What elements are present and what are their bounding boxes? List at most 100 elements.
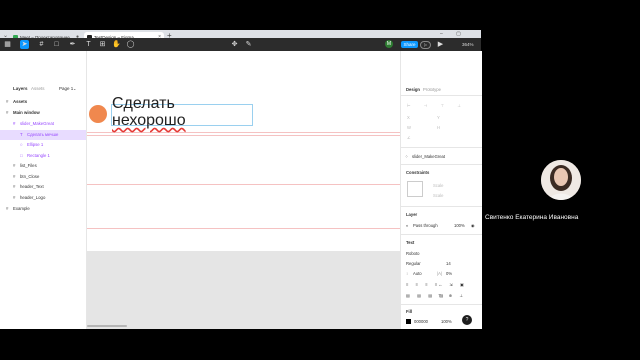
- participant-photo: [541, 160, 581, 200]
- shape-tool-icon[interactable]: □: [52, 40, 61, 49]
- layer-row[interactable]: T Сделать мечше: [0, 130, 86, 140]
- layer-label: Rectangle 1: [27, 153, 50, 158]
- fill-title: Fill: [406, 309, 413, 314]
- frame-guide-line: [87, 184, 400, 185]
- layer-row[interactable]: # Assets: [0, 97, 86, 107]
- constraint-horizontal[interactable]: Scale: [433, 183, 443, 188]
- blend-icon: ◐: [406, 223, 409, 228]
- text-align-controls[interactable]: ≡ ≡ ≡ ≡: [406, 282, 440, 287]
- divider: [401, 206, 482, 207]
- frame-icon: #: [13, 195, 16, 200]
- frame-guide-line: [87, 228, 400, 229]
- layer-label: Assets: [13, 99, 28, 104]
- help-icon[interactable]: ?: [462, 315, 472, 325]
- frame-icon: #: [13, 184, 16, 189]
- layers-panel: Layers Assets Page 1 ⌄ # Assets # Main wind…: [0, 51, 87, 329]
- design-panel: Design Prototype ⊢ ⊣ ⊤ ⊥ X Y W H ∠ ⁘ sli…: [400, 51, 482, 329]
- tab-design[interactable]: Design: [406, 87, 420, 92]
- hand-tool-icon[interactable]: ✋: [112, 40, 121, 49]
- font-family[interactable]: Roboto: [406, 251, 420, 256]
- avatar[interactable]: M: [385, 40, 393, 48]
- divider: [401, 147, 482, 148]
- blend-mode[interactable]: Pass through: [413, 223, 438, 228]
- canvas[interactable]: Сделать нехорошо: [87, 51, 400, 329]
- edit-icon[interactable]: ✎: [244, 40, 253, 49]
- chevron-down-icon: ⌄: [73, 86, 77, 91]
- text-resize-controls[interactable]: ↔ ⇲ ▣: [438, 282, 467, 287]
- layer-label: header_Logo: [20, 195, 46, 200]
- fill-opacity[interactable]: 100%: [441, 319, 452, 324]
- canvas-text-line-2: нехорошо: [112, 112, 186, 129]
- tab-layers[interactable]: Layers: [13, 86, 28, 91]
- fill-hex[interactable]: 000000: [414, 319, 428, 324]
- layer-row[interactable]: # list_Files: [0, 161, 86, 171]
- letter-spacing[interactable]: 0%: [446, 271, 452, 276]
- ellipse-1[interactable]: [89, 105, 107, 123]
- layer-row[interactable]: □ Rectangle 1: [0, 151, 86, 161]
- zoom-level[interactable]: 364%: [462, 42, 474, 47]
- alignment-controls[interactable]: ⊢ ⊣ ⊤ ⊥: [407, 103, 467, 108]
- layer-row[interactable]: # Example: [0, 204, 86, 214]
- layer-row[interactable]: # Main window: [0, 108, 86, 118]
- frame-tool-icon[interactable]: #: [37, 40, 46, 49]
- layer-opacity[interactable]: 100%: [454, 223, 465, 228]
- ellipse-icon: ○: [20, 142, 23, 147]
- rectangle-icon: □: [20, 153, 23, 158]
- share-button[interactable]: Share: [401, 41, 418, 48]
- layer-label: header_Text: [20, 184, 44, 189]
- frame-icon: #: [6, 110, 9, 115]
- text-title: Text: [406, 240, 415, 245]
- layer-label: slider_MakeGreat: [20, 121, 54, 126]
- main-menu-icon[interactable]: ▦: [3, 40, 12, 49]
- y-input-icon[interactable]: Y: [437, 115, 440, 120]
- resources-icon[interactable]: ⊞: [98, 40, 107, 49]
- tab-prototype[interactable]: Prototype: [423, 87, 441, 92]
- canvas-text[interactable]: Сделать нехорошо: [112, 95, 186, 129]
- component-name[interactable]: slider_MakeGreat: [412, 154, 445, 159]
- eye-icon[interactable]: ◉: [471, 223, 475, 228]
- frame-icon: #: [6, 99, 9, 104]
- tab-assets[interactable]: Assets: [31, 86, 45, 91]
- participant-name: Свитенко Екатерина Ивановна: [485, 214, 579, 221]
- font-size[interactable]: 14: [446, 261, 451, 266]
- layer-label: btn_Close: [20, 174, 40, 179]
- move-tool-icon[interactable]: ➤: [20, 40, 29, 49]
- constraint-vertical[interactable]: Scale: [433, 193, 443, 198]
- divider: [401, 304, 482, 305]
- horizontal-scrollbar[interactable]: [87, 325, 127, 327]
- text-tool-icon[interactable]: T: [84, 40, 93, 49]
- layer-label: list_Files: [20, 163, 37, 168]
- layer-row[interactable]: # btn_Close: [0, 172, 86, 182]
- frame-icon: #: [13, 174, 16, 179]
- line-height[interactable]: Auto: [413, 271, 422, 276]
- layer-label: Example: [13, 206, 30, 211]
- letter-spacing-icon: |A|: [437, 271, 442, 276]
- frame-icon: #: [13, 121, 16, 126]
- layer-title: Layer: [406, 212, 418, 217]
- w-input-icon[interactable]: W: [407, 125, 411, 130]
- layer-row[interactable]: ○ Ellipse 1: [0, 140, 86, 150]
- constraints-widget[interactable]: [407, 181, 423, 197]
- pen-tool-icon[interactable]: ✒: [68, 40, 77, 49]
- h-input-icon[interactable]: H: [437, 125, 440, 130]
- frame-icon: #: [13, 163, 16, 168]
- main-window-frame[interactable]: [87, 51, 400, 251]
- layer-row[interactable]: # header_Logo: [0, 193, 86, 203]
- rotation-input-icon[interactable]: ∠: [407, 135, 411, 140]
- layer-row[interactable]: # slider_MakeGreat: [0, 119, 86, 129]
- comment-tool-icon[interactable]: ◯: [126, 40, 135, 49]
- divider: [401, 95, 482, 96]
- page-selector[interactable]: Page 1: [59, 86, 73, 91]
- component-icon[interactable]: ✥: [230, 40, 239, 49]
- present-icon[interactable]: ▷: [420, 41, 431, 49]
- fill-swatch[interactable]: [406, 319, 411, 324]
- play-icon[interactable]: ▶: [436, 40, 445, 49]
- constraints-title: Constraints: [406, 170, 430, 175]
- text-layer-icon: T: [20, 132, 23, 137]
- font-weight[interactable]: Regular: [406, 261, 421, 266]
- vertical-align-icons[interactable]: ⊤ ⊕ ⊥: [438, 293, 466, 298]
- x-input-icon[interactable]: X: [407, 115, 410, 120]
- layer-label: Сделать мечше: [27, 132, 59, 137]
- layer-label: Ellipse 1: [27, 142, 44, 147]
- layer-row[interactable]: # header_Text: [0, 182, 86, 192]
